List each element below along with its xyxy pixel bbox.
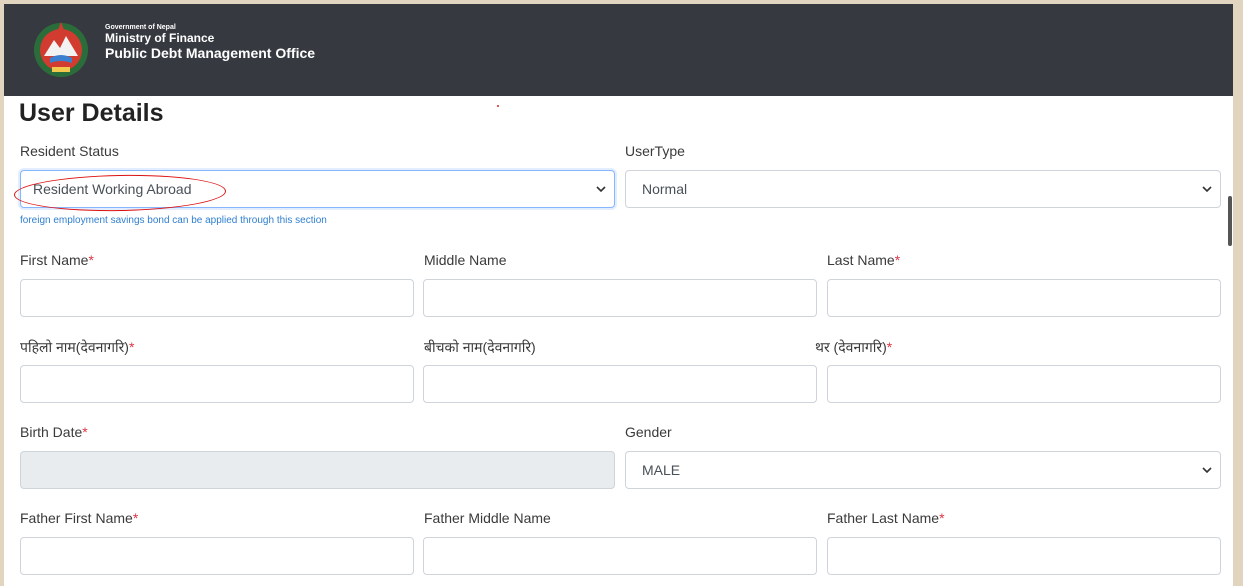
scrollbar[interactable] [1226,96,1233,586]
brand-text: Government of Nepal Ministry of Finance … [105,23,315,61]
middle-name-input[interactable] [423,279,817,317]
page-title: User Details [19,99,164,127]
first-name-np-label: पहिलो नाम(देवनागरि)* [20,339,135,355]
site-header: Government of Nepal Ministry of Finance … [4,4,1233,96]
annotation-dot [497,105,499,107]
required-marker: * [128,339,135,355]
birth-date-label: Birth Date* [20,424,88,440]
scrollbar-thumb[interactable] [1228,196,1232,246]
father-middle-name-input[interactable] [423,537,817,575]
ministry-label: Ministry of Finance [105,31,215,45]
birth-date-input[interactable] [20,451,615,489]
nepal-emblem-icon [34,22,88,77]
middle-name-np-input[interactable] [423,365,817,403]
resident-status-select[interactable]: Resident Working Abroad [20,170,615,208]
father-first-name-input[interactable] [20,537,414,575]
father-last-name-label: Father Last Name* [827,510,945,526]
user-type-label: UserType [625,143,685,159]
required-marker: * [894,252,901,268]
chevron-down-icon [1202,467,1212,474]
chevron-down-icon [1202,186,1212,193]
last-name-np-label: थर (देवनागरि)* [815,339,893,355]
last-name-input[interactable] [827,279,1221,317]
middle-name-label: Middle Name [424,252,507,268]
resident-status-label: Resident Status [20,143,119,159]
last-name-np-input[interactable] [827,365,1221,403]
user-type-select[interactable]: Normal [625,170,1221,208]
father-last-name-input[interactable] [827,537,1221,575]
middle-name-np-label: बीचको नाम(देवनागरि) [424,339,536,355]
gender-select[interactable]: MALE [625,451,1221,489]
gender-value: MALE [642,462,681,478]
required-marker: * [886,339,893,355]
required-marker: * [82,424,88,440]
page-frame: Government of Nepal Ministry of Finance … [4,4,1233,586]
required-marker: * [88,252,94,268]
father-middle-name-label: Father Middle Name [424,510,551,526]
first-name-label: First Name* [20,252,94,268]
office-label: Public Debt Management Office [105,45,316,61]
resident-status-value: Resident Working Abroad [33,181,192,197]
first-name-np-input[interactable] [20,365,414,403]
gender-label: Gender [625,424,672,440]
required-marker: * [132,510,139,526]
first-name-input[interactable] [20,279,414,317]
last-name-label: Last Name* [827,252,901,268]
resident-status-hint: foreign employment savings bond can be a… [20,215,327,226]
user-type-value: Normal [642,181,688,197]
chevron-down-icon [596,186,606,193]
father-first-name-label: Father First Name* [20,510,139,526]
required-marker: * [939,510,945,526]
